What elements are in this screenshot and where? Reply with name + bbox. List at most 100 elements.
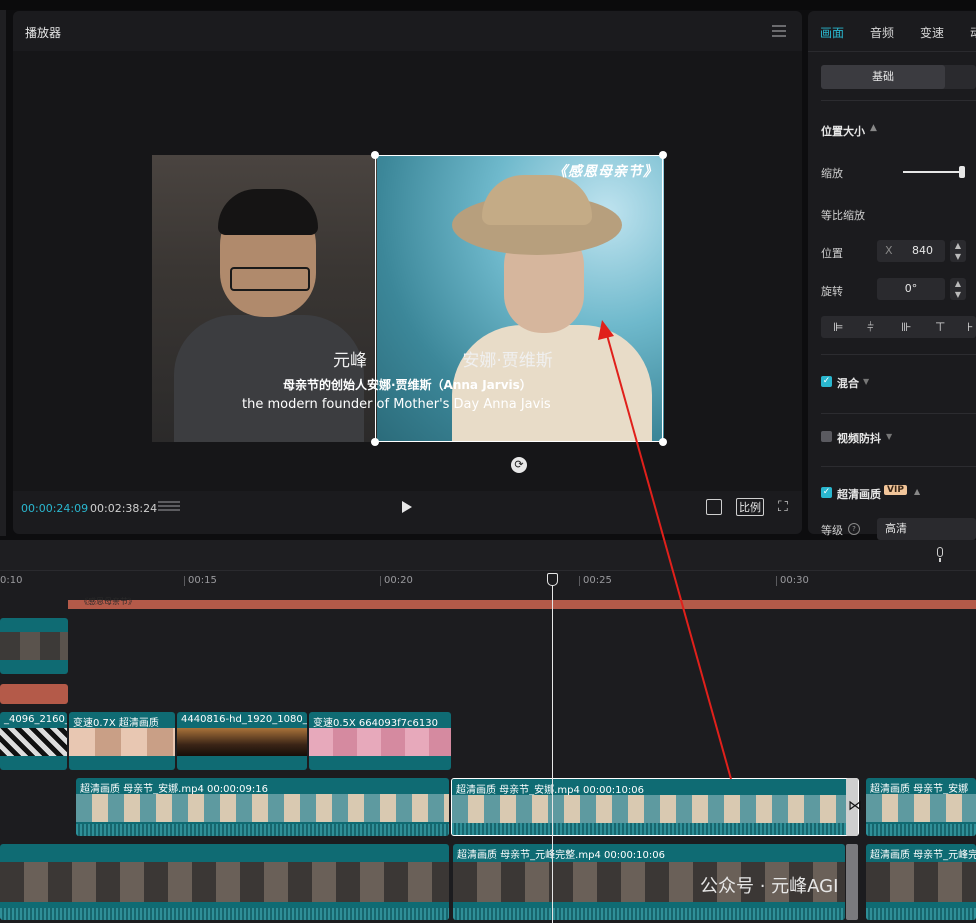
clip-thumbnails <box>177 728 307 756</box>
playhead-line[interactable] <box>552 573 553 923</box>
clip-label: _4096_2160_2 <box>4 714 67 725</box>
divider <box>821 354 976 355</box>
tab-speed[interactable]: 变速 <box>920 24 944 41</box>
clip-label: 变速0.5X 664093f7c6130 <box>313 718 438 729</box>
main-video-clip[interactable]: 超清画质 母亲节_安娜 <box>866 778 976 836</box>
hd-checkbox[interactable]: ✓ <box>821 487 832 498</box>
subtab-basic[interactable]: 基础 <box>821 65 945 89</box>
overlay-title-text: 《感恩母亲节》 <box>553 164 658 180</box>
chevron-down-icon[interactable]: ▼ <box>886 432 892 441</box>
scale-label: 缩放 <box>821 167 843 180</box>
time-ruler[interactable]: 0:10 00:15 00:20 00:25 00:30 <box>0 571 976 595</box>
watermark-text: 公众号 · 元峰AGI <box>700 876 839 897</box>
caption-name-left: 元峰 <box>333 351 367 371</box>
clip-thumbnails <box>0 728 67 756</box>
align-top-icon[interactable]: ⊤ <box>935 320 945 334</box>
blend-label[interactable]: 混合 <box>837 375 859 391</box>
position-x-stepper[interactable]: ▲ ▼ <box>950 240 966 262</box>
left-panel-edge <box>0 10 6 536</box>
clip-trim-handle[interactable] <box>846 844 858 920</box>
resize-handle[interactable] <box>659 438 667 446</box>
position-label: 位置 <box>821 247 843 260</box>
main-video-clip[interactable]: 超清画质 母亲节_安娜.mp4 00:00:09:16 <box>76 778 449 836</box>
blend-checkbox[interactable]: ✓ <box>821 376 832 387</box>
clip-thumbnails <box>452 795 858 823</box>
chevron-up-icon[interactable]: ▲ <box>914 487 920 496</box>
bottom-video-clip[interactable] <box>0 844 449 920</box>
broll-clip[interactable]: 变速0.5X 664093f7c6130 <box>309 712 451 770</box>
inspector-tabs: 画面 音频 变速 动 <box>808 11 976 52</box>
timeline-grid-icon[interactable] <box>158 501 180 515</box>
tab-picture[interactable]: 画面 <box>820 24 844 41</box>
align-left-icon[interactable]: ⊫ <box>833 320 843 334</box>
audio-waveform <box>866 824 976 836</box>
clip-label: 超清画质 母亲节_元峰完 <box>870 850 976 861</box>
section-position-size[interactable]: 位置大小 <box>821 123 865 139</box>
broll-clip[interactable]: 4440816-hd_1920_1080_2 <box>177 712 307 770</box>
stabilize-checkbox[interactable] <box>821 431 832 442</box>
clip-thumbnails <box>866 862 976 902</box>
audio-waveform <box>452 823 858 835</box>
playhead-handle[interactable] <box>547 573 558 586</box>
help-icon[interactable]: ? <box>848 523 860 535</box>
glasses-shape <box>230 267 310 291</box>
broll-clip[interactable]: 变速0.7X 超清画质 <box>69 712 175 770</box>
uniform-scale-label: 等比缩放 <box>821 209 865 222</box>
main-video-clip-selected[interactable]: 超清画质 母亲节_安娜.mp4 00:00:10:06 <box>451 778 859 836</box>
tab-animation[interactable]: 动 <box>970 24 976 41</box>
chevron-up-icon[interactable]: ▲ <box>870 123 877 133</box>
clip-label: 超清画质 母亲节_安娜.mp4 00:00:09:16 <box>80 784 268 795</box>
position-x-field[interactable]: X 840 <box>877 240 945 262</box>
divider <box>821 466 976 467</box>
timeline-panel: 0:10 00:15 00:20 00:25 00:30 《感恩母亲节》 _40… <box>0 540 976 923</box>
bottom-video-clip[interactable]: 超清画质 母亲节_元峰完 <box>866 844 976 920</box>
rotate-icon[interactable]: ⟳ <box>511 457 527 473</box>
divider <box>821 413 976 414</box>
rotation-field[interactable]: 0° <box>877 278 945 300</box>
play-icon[interactable] <box>402 501 412 513</box>
ratio-button[interactable]: 比例 <box>736 498 764 516</box>
rotation-stepper[interactable]: ▲ ▼ <box>950 278 966 300</box>
preview-canvas[interactable]: 《感恩母亲节》 元峰 安娜·贾维斯 母亲节的创始人安娜·贾维斯（Anna Jar… <box>13 51 802 491</box>
position-x-value: 840 <box>912 244 933 257</box>
chevron-down-icon[interactable]: ▼ <box>863 377 869 386</box>
scale-slider-track[interactable] <box>903 171 965 173</box>
crop-scan-icon[interactable] <box>706 499 722 515</box>
resize-handle[interactable] <box>371 151 379 159</box>
ruler-label: 00:15 <box>188 575 217 586</box>
resize-handle[interactable] <box>659 151 667 159</box>
align-middle-icon[interactable]: ⊦ <box>967 320 973 334</box>
fullscreen-icon[interactable]: ⛶ <box>778 499 794 515</box>
ruler-tick <box>184 576 185 586</box>
clip-label: 超清画质 母亲节_元峰完整.mp4 00:00:10:06 <box>457 850 665 861</box>
menu-icon[interactable] <box>772 23 786 37</box>
clip-thumbnails <box>76 794 449 822</box>
clip-thumbnails <box>0 862 449 902</box>
hd-label[interactable]: 超清画质 <box>837 486 881 502</box>
inspector-panel: 画面 音频 变速 动 基础 位置大小 ▲ 缩放 等比缩放 位置 X 840 ▲▼… <box>808 11 976 540</box>
transition-icon[interactable]: ⋈ <box>848 798 862 814</box>
clip-thumbnails <box>69 728 175 756</box>
ruler-tick <box>380 576 381 586</box>
overlay-text-clip[interactable] <box>0 684 68 704</box>
scale-slider-knob[interactable] <box>959 166 965 178</box>
microphone-icon[interactable] <box>934 547 946 563</box>
ruler-label: 00:30 <box>780 575 809 586</box>
overlay-video-clip[interactable] <box>0 618 68 674</box>
broll-clip[interactable]: _4096_2160_2 <box>0 712 67 770</box>
align-toolbar: ⊫ ⫩ ⊪ ⊤ ⊦ <box>821 316 976 338</box>
stabilize-label[interactable]: 视频防抖 <box>837 430 881 446</box>
resize-handle[interactable] <box>371 438 379 446</box>
text-clip[interactable] <box>68 600 976 609</box>
text-clip-label: 《感恩母亲节》 <box>80 597 136 606</box>
subtitle-english: the modern founder of Mother's Day Anna … <box>242 397 551 412</box>
clip-label: 超清画质 母亲节_安娜 <box>870 784 969 795</box>
timeline-toolbar <box>0 540 976 571</box>
ruler-label: 00:25 <box>583 575 612 586</box>
tab-audio[interactable]: 音频 <box>870 24 894 41</box>
subtab-bar: 基础 <box>821 65 976 89</box>
player-panel: 播放器 《感恩母亲节》 元峰 安娜·贾维斯 母亲节的创始人安娜·贾维斯（Anna… <box>13 11 802 534</box>
align-right-icon[interactable]: ⊪ <box>901 320 911 334</box>
level-select[interactable]: 高清 <box>877 518 976 540</box>
align-center-h-icon[interactable]: ⫩ <box>867 320 874 335</box>
